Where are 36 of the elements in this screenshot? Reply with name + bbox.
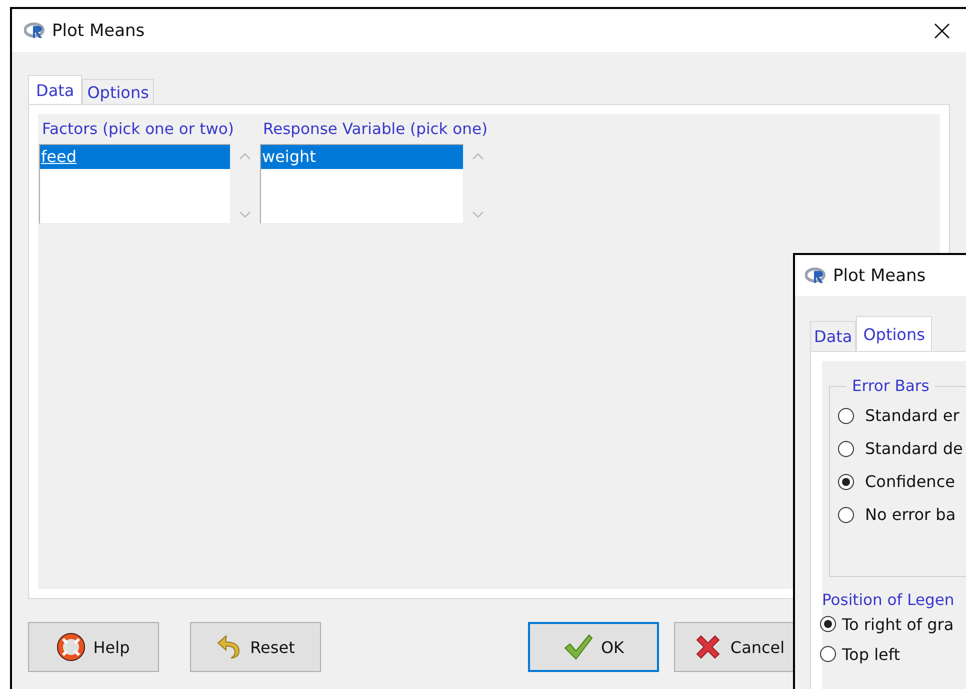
list-label: Factors (pick one or two) xyxy=(41,120,235,140)
radio-label: Standard de xyxy=(865,439,963,458)
list-box[interactable]: feed xyxy=(39,144,231,224)
tab[interactable]: Options xyxy=(856,316,932,351)
app-logo-icon xyxy=(805,266,827,284)
tab[interactable]: Data xyxy=(28,75,82,104)
close-icon[interactable] xyxy=(934,22,950,38)
group-label: Error Bars xyxy=(851,377,930,395)
list-item[interactable]: weight xyxy=(261,145,463,169)
radio-button[interactable] xyxy=(838,440,854,456)
list-box[interactable]: weight xyxy=(260,144,464,224)
radio-button[interactable] xyxy=(838,474,854,490)
list-label: Response Variable (pick one) xyxy=(262,120,489,140)
radio-label: Top left xyxy=(842,644,900,664)
radio-label: Standard er xyxy=(865,406,960,425)
tab[interactable]: Options xyxy=(82,79,154,104)
lifebuoy-icon xyxy=(57,633,86,661)
window-title: Plot Means xyxy=(52,20,146,40)
window-title: Plot Means xyxy=(833,266,926,286)
help-button[interactable]: Help xyxy=(28,622,159,672)
reset-button[interactable]: Reset xyxy=(190,622,321,672)
section-label: Position of Legen xyxy=(822,591,956,609)
undo-arrow-icon xyxy=(216,634,242,660)
list-item[interactable]: feed xyxy=(40,145,230,169)
radio-button[interactable] xyxy=(838,506,854,522)
cross-icon xyxy=(694,633,722,661)
radio-label: No error ba xyxy=(865,505,956,524)
radio-button[interactable] xyxy=(820,616,836,632)
radio-label: Confidence xyxy=(865,472,955,491)
tab[interactable]: Data xyxy=(810,321,856,351)
ok-button[interactable]: OK xyxy=(528,622,659,672)
radio-button[interactable] xyxy=(838,408,854,424)
app-logo-icon xyxy=(24,22,46,40)
radio-label: To right of gra xyxy=(842,614,954,634)
checkmark-icon xyxy=(562,633,593,661)
radio-button[interactable] xyxy=(820,646,836,662)
